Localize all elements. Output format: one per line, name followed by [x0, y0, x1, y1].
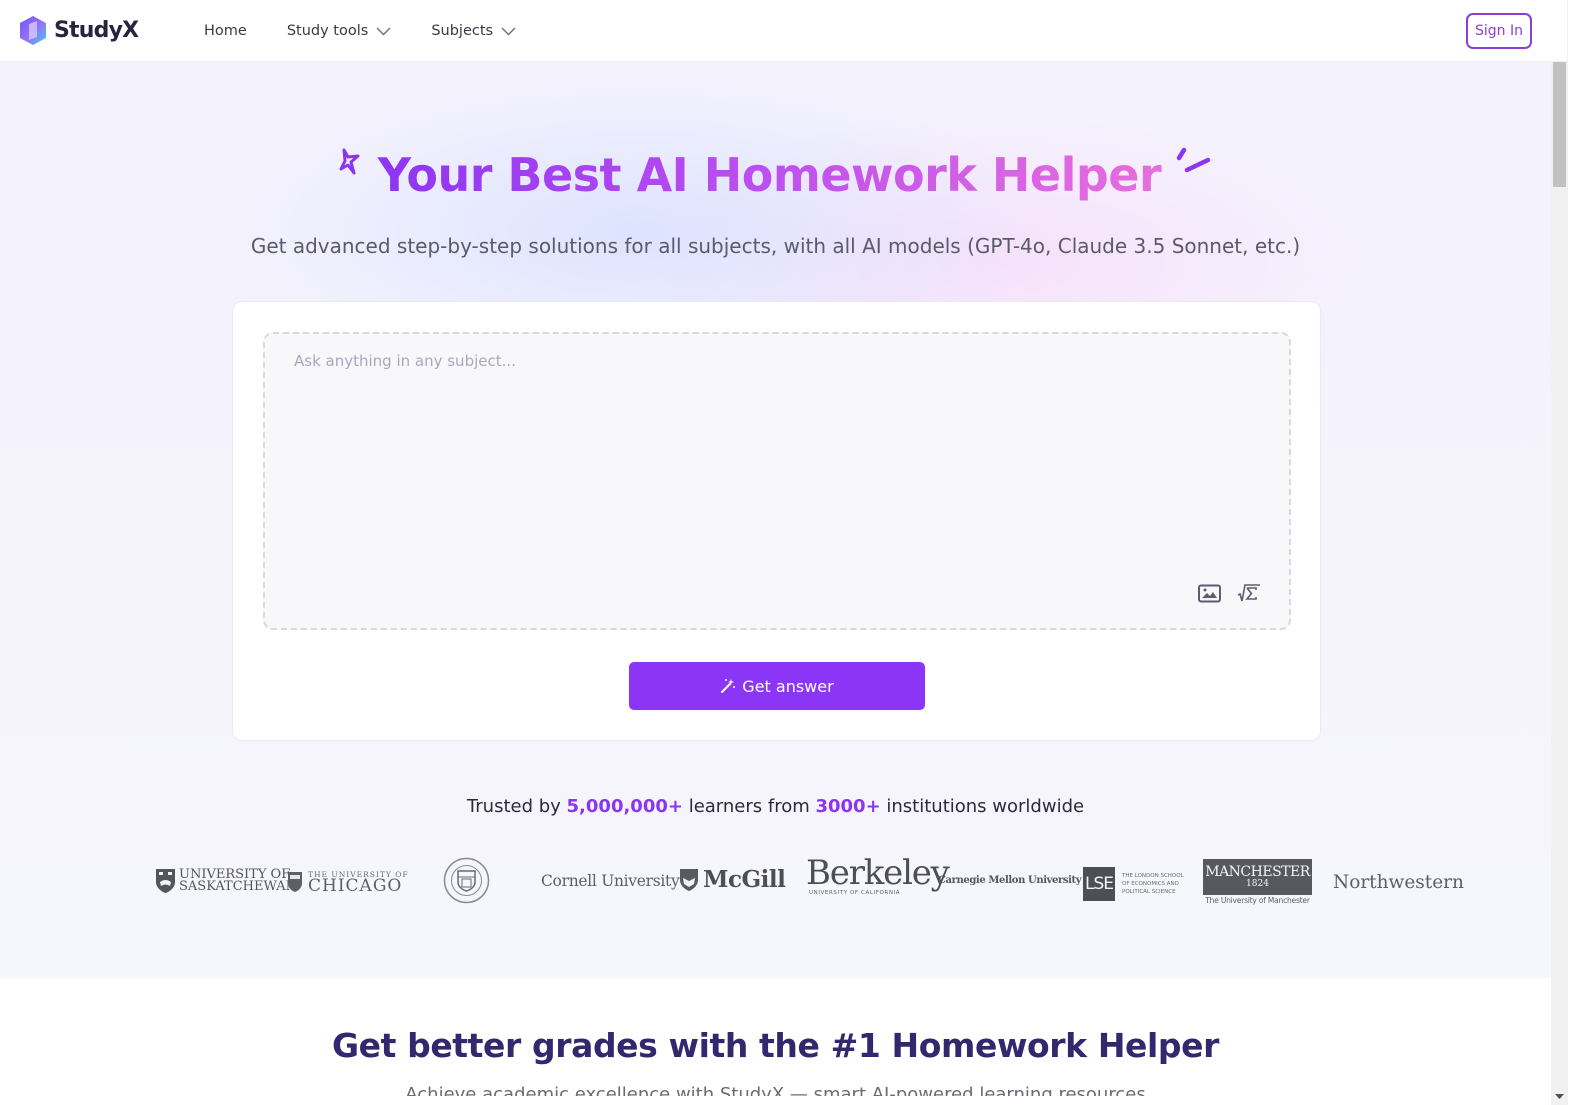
berkeley-sub: UNIVERSITY OF CALIFORNIA — [809, 890, 901, 896]
chevron-down-icon — [501, 27, 516, 35]
page: StudyX Home Study tools Subjects Sign In… — [0, 0, 1567, 1105]
chicago-line2: CHICAGO — [308, 876, 403, 896]
main-nav: Home Study tools Subjects — [204, 0, 556, 62]
features-title: Get better grades with the #1 Homework H… — [331, 1026, 1220, 1065]
manchester-year: 1824 — [1246, 879, 1269, 889]
shield-crest-icon — [288, 872, 302, 892]
trusted-by-text: Trusted by 5,000,000+ learners from 3000… — [0, 796, 1551, 817]
sparkle-icon — [339, 148, 360, 175]
accent-dashes-icon — [1176, 147, 1211, 173]
lse-line2: OF ECONOMICS AND — [1122, 881, 1179, 887]
features-section: Get better grades with the #1 Homework H… — [0, 978, 1567, 1105]
window-edge — [1568, 0, 1584, 1105]
lse-line1: THE LONDON SCHOOL — [1122, 873, 1184, 879]
trusted-middle: learners from — [682, 796, 816, 817]
get-answer-label: Get answer — [742, 676, 834, 696]
math-formula-button[interactable] — [1237, 582, 1261, 604]
learners-count: 5,000,000+ — [566, 796, 683, 817]
nav-study-tools-label: Study tools — [286, 23, 369, 39]
nav-subjects-label: Subjects — [431, 23, 494, 39]
institution-logos: UNIVERSITY OF SASKATCHEWAN THE UNIVERSIT… — [0, 852, 1551, 912]
chevron-down-icon — [376, 27, 391, 35]
lse-mark: LSE — [1083, 867, 1115, 901]
input-tools — [1197, 582, 1261, 604]
cornell-name: Cornell University — [541, 872, 680, 890]
nav-home-label: Home — [204, 23, 247, 39]
lse-line3: POLITICAL SCIENCE — [1122, 889, 1176, 895]
studyx-logo-icon — [20, 16, 46, 45]
trusted-prefix: Trusted by — [466, 796, 567, 817]
image-upload-button[interactable] — [1197, 582, 1221, 604]
logo-berkeley: Berkeley UNIVERSITY OF CALIFORNIA — [806, 853, 950, 896]
institutions-count: 3000+ — [815, 796, 881, 817]
logo-chicago: THE UNIVERSITY OF CHICAGO — [287, 870, 409, 896]
logo-lse: LSE THE LONDON SCHOOL OF ECONOMICS AND P… — [1083, 867, 1184, 901]
mcgill-name: McGill — [703, 866, 786, 893]
hero-title: Your Best AI Homework Helper — [364, 148, 1175, 202]
logo-university-seal — [443, 857, 490, 904]
logo-mcgill: McGill — [679, 866, 786, 893]
top-nav-bar: StudyX Home Study tools Subjects Sign In — [0, 0, 1567, 62]
image-upload-icon — [1197, 584, 1221, 602]
question-card: Get answer — [232, 301, 1321, 741]
page-scrollbar[interactable] — [1551, 0, 1568, 1105]
northwestern-name: Northwestern — [1333, 872, 1464, 893]
logo-manchester: MANCHESTER 1824 The University of Manche… — [1203, 859, 1312, 905]
magic-wand-icon — [721, 679, 736, 693]
nav-subjects[interactable]: Subjects — [431, 23, 516, 39]
brand-logo[interactable]: StudyX — [19, 15, 139, 46]
university-seal-icon — [443, 857, 490, 904]
logo-northwestern: Northwestern — [1333, 872, 1464, 893]
sign-in-button[interactable]: Sign In — [1466, 13, 1532, 49]
cmu-name: Carnegie Mellon University — [938, 875, 1082, 886]
features-subtitle: Achieve academic excellence with StudyX … — [405, 1084, 1146, 1096]
nav-study-tools[interactable]: Study tools — [287, 23, 392, 39]
hero-subtitle: Get advanced step-by-step solutions for … — [250, 234, 1301, 258]
hero-title-row: Your Best AI Homework Helper — [0, 147, 1551, 202]
hero-section: Your Best AI Homework Helper Get advance… — [0, 62, 1567, 978]
logo-saskatchewan: UNIVERSITY OF SASKATCHEWAN — [155, 868, 297, 894]
question-input[interactable] — [265, 334, 1289, 628]
math-formula-icon — [1237, 584, 1260, 602]
scroll-down-button[interactable] — [1551, 1088, 1568, 1105]
trusted-suffix: institutions worldwide — [880, 796, 1085, 817]
get-answer-button[interactable]: Get answer — [629, 662, 925, 710]
manchester-sub: The University of Manchester — [1205, 896, 1310, 905]
nav-home[interactable]: Home — [204, 23, 247, 39]
triangle-down-icon — [1555, 1094, 1564, 1099]
question-input-area — [263, 332, 1291, 630]
berkeley-name: Berkeley — [806, 853, 950, 893]
logo-cornell: Cornell University — [541, 872, 680, 890]
logo-carnegie-mellon: Carnegie Mellon University — [938, 875, 1082, 886]
shield-crest-icon — [680, 868, 698, 891]
manchester-name: MANCHESTER — [1205, 864, 1310, 880]
shield-crest-icon — [156, 869, 175, 893]
saskatchewan-line2: SASKATCHEWAN — [179, 879, 297, 894]
brand-name: StudyX — [54, 18, 139, 43]
